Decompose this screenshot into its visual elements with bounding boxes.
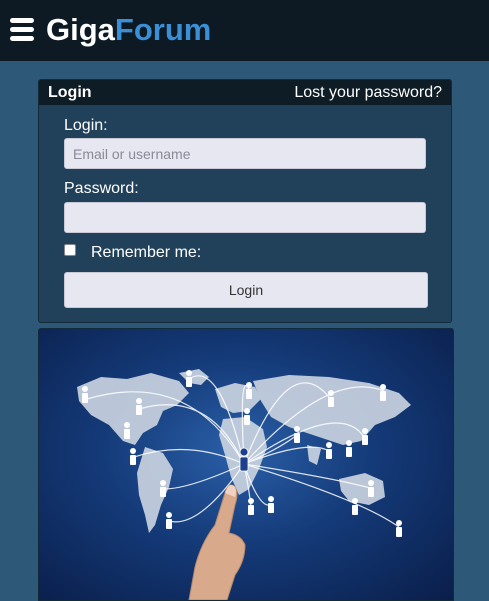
login-panel-header: Login Lost your password?	[39, 80, 451, 105]
world-network-illustration	[77, 369, 411, 600]
hamburger-menu-icon[interactable]	[10, 18, 34, 42]
remember-me-label: Remember me:	[91, 244, 202, 261]
username-input[interactable]	[64, 138, 426, 169]
password-input[interactable]	[64, 202, 426, 233]
site-logo[interactable]: GigaForum	[46, 12, 211, 48]
lost-password-link[interactable]: Lost your password?	[294, 84, 442, 102]
username-label: Login:	[64, 117, 108, 134]
login-submit-button[interactable]: Login	[64, 272, 428, 308]
login-panel-title: Login	[48, 84, 92, 101]
remember-me-checkbox[interactable]	[64, 244, 76, 256]
logo-part-forum: Forum	[114, 12, 212, 47]
password-label: Password:	[64, 180, 139, 197]
hero-banner-image	[38, 328, 454, 601]
login-panel: Login Lost your password? Login: Passwor…	[38, 79, 452, 323]
top-header: GigaForum	[0, 0, 489, 61]
logo-part-giga: Giga	[46, 12, 115, 47]
